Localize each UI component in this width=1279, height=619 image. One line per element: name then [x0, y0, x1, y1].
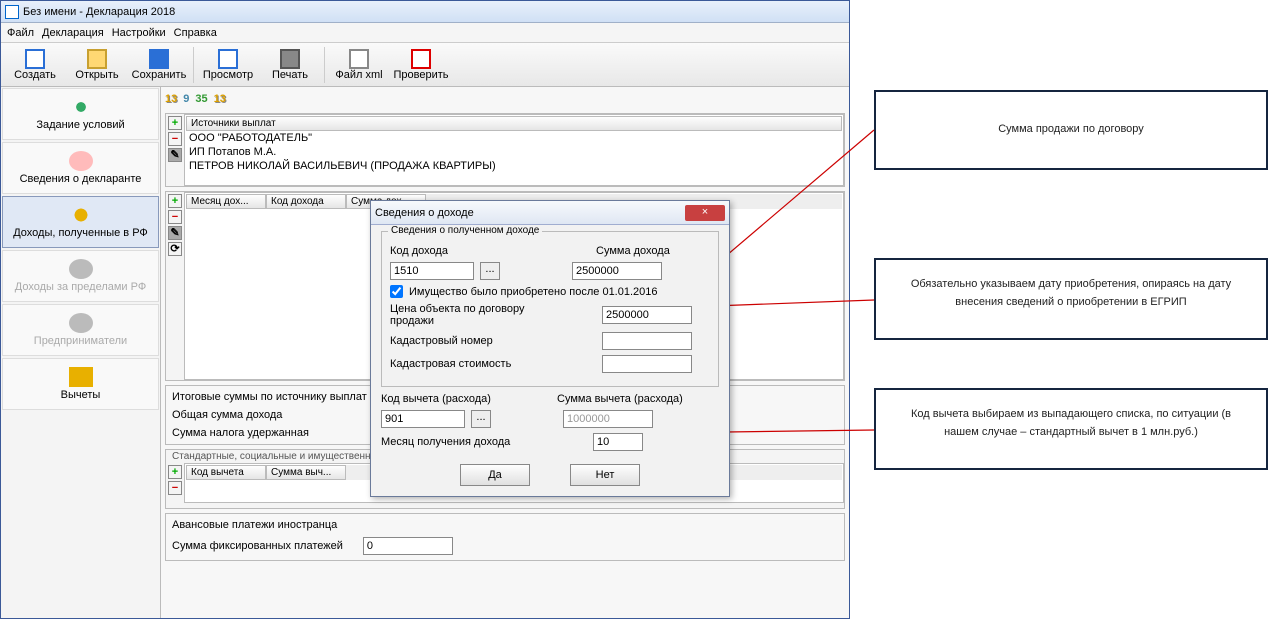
window-title: Без имени - Декларация 2018	[23, 6, 175, 18]
cadastral-val-label: Кадастровая стоимость	[390, 358, 560, 370]
month-label: Месяц получения дохода	[381, 436, 551, 448]
preview-icon	[218, 49, 238, 69]
remove-source-button[interactable]: −	[168, 132, 182, 146]
ok-button[interactable]: Да	[460, 464, 530, 486]
callout-sum: Сумма продажи по договору	[874, 90, 1268, 170]
checkbox-label: Имущество было приобретено после 01.01.2…	[409, 286, 658, 298]
folder-icon	[87, 49, 107, 69]
coins-icon	[69, 205, 93, 225]
after-2016-checkbox[interactable]	[390, 285, 403, 298]
ded-code-label: Код вычета (расхода)	[381, 393, 551, 405]
source-row[interactable]: ПЕТРОВ НИКОЛАЙ ВАСИЛЬЕВИЧ (ПРОДАЖА КВАРТ…	[186, 159, 842, 173]
separator	[193, 47, 194, 83]
add-source-button[interactable]: +	[168, 116, 182, 130]
app-icon	[5, 5, 19, 19]
sidebar-item-income-rf[interactable]: Доходы, полученные в РФ	[2, 196, 159, 248]
sources-list[interactable]: Источники выплат ООО "РАБОТОДАТЕЛЬ" ИП П…	[184, 114, 844, 186]
income-dialog: Сведения о доходе × Сведения о полученно…	[370, 200, 730, 497]
lookup-code-button[interactable]: ...	[480, 262, 500, 280]
save-icon	[149, 49, 169, 69]
sources-header: Источники выплат	[186, 116, 842, 131]
lookup-deduction-button[interactable]: ...	[471, 410, 491, 428]
deduction-sum-input[interactable]	[563, 410, 653, 428]
price-label: Цена объекта по договору продажи	[390, 303, 560, 327]
add-income-button[interactable]: +	[168, 194, 182, 208]
preview-button[interactable]: Просмотр	[200, 45, 256, 85]
xml-button[interactable]: Файл xml	[331, 45, 387, 85]
menu-file[interactable]: Файл	[7, 27, 34, 39]
advance-header: Авансовые платежи иностранца	[172, 516, 838, 534]
col-code: Код дохода	[266, 194, 346, 209]
print-button[interactable]: Печать	[262, 45, 318, 85]
new-file-icon	[25, 49, 45, 69]
cadastral-num-label: Кадастровый номер	[390, 335, 560, 347]
sidebar-item-conditions[interactable]: Задание условий	[2, 88, 159, 140]
briefcase-icon	[69, 313, 93, 333]
person-icon	[69, 151, 93, 171]
remove-income-button[interactable]: −	[168, 210, 182, 224]
dialog-title-bar: Сведения о доходе ×	[371, 201, 729, 225]
menu-bar: Файл Декларация Настройки Справка	[1, 23, 849, 43]
add-deduction-button[interactable]: +	[168, 465, 182, 479]
edit-income-button[interactable]: ✎	[168, 226, 182, 240]
price-input[interactable]	[602, 306, 692, 324]
toolbar: Создать Открыть Сохранить Просмотр Печат…	[1, 43, 849, 87]
deduction-code-input[interactable]	[381, 410, 465, 428]
check-button[interactable]: Проверить	[393, 45, 449, 85]
menu-help[interactable]: Справка	[174, 27, 217, 39]
advance-input[interactable]	[363, 537, 453, 555]
close-icon[interactable]: ×	[685, 205, 725, 221]
print-icon	[280, 49, 300, 69]
month-input[interactable]	[593, 433, 643, 451]
rate-13b[interactable]: 13	[214, 93, 226, 105]
sidebar-item-declarant[interactable]: Сведения о декларанте	[2, 142, 159, 194]
advance-label: Сумма фиксированных платежей	[172, 540, 343, 552]
advance-box: Авансовые платежи иностранца Сумма фикси…	[165, 513, 845, 561]
create-button[interactable]: Создать	[7, 45, 63, 85]
ded-sum-label: Сумма вычета (расхода)	[557, 393, 683, 405]
sidebar-item-income-abroad[interactable]: Доходы за пределами РФ	[2, 250, 159, 302]
sidebar: Задание условий Сведения о декларанте До…	[1, 87, 161, 618]
title-bar: Без имени - Декларация 2018	[1, 1, 849, 23]
menu-settings[interactable]: Настройки	[112, 27, 166, 39]
callout-date: Обязательно указываем дату приобретения,…	[874, 258, 1268, 340]
dialog-title: Сведения о доходе	[375, 207, 474, 219]
rate-9[interactable]: 9	[183, 93, 189, 105]
source-row[interactable]: ООО "РАБОТОДАТЕЛЬ"	[186, 131, 842, 145]
rate-tabs: 13 9 35 13	[161, 87, 849, 111]
save-button[interactable]: Сохранить	[131, 45, 187, 85]
group-title: Сведения о полученном доходе	[388, 225, 542, 236]
code-label: Код дохода	[390, 245, 560, 257]
rate-35[interactable]: 35	[195, 93, 207, 105]
callout-code: Код вычета выбираем из выпадающего списк…	[874, 388, 1268, 470]
calculator-icon	[69, 367, 93, 387]
source-row[interactable]: ИП Потапов М.А.	[186, 145, 842, 159]
cancel-button[interactable]: Нет	[570, 464, 640, 486]
income-group: Сведения о полученном доходе Код дохода …	[381, 231, 719, 387]
rate-13[interactable]: 13	[165, 93, 177, 105]
remove-deduction-button[interactable]: −	[168, 481, 182, 495]
check-icon	[411, 49, 431, 69]
open-button[interactable]: Открыть	[69, 45, 125, 85]
repeat-income-button[interactable]: ⟳	[168, 242, 182, 256]
col-ded-sum: Сумма выч...	[266, 465, 346, 480]
income-code-input[interactable]	[390, 262, 474, 280]
xml-icon	[349, 49, 369, 69]
col-month: Месяц дох...	[186, 194, 266, 209]
cadastral-num-input[interactable]	[602, 332, 692, 350]
income-sum-input[interactable]	[572, 262, 662, 280]
separator	[324, 47, 325, 83]
sources-panel: + − ✎ Источники выплат ООО "РАБОТОДАТЕЛЬ…	[165, 113, 845, 187]
menu-declaration[interactable]: Декларация	[42, 27, 104, 39]
sidebar-item-entrepreneurs[interactable]: Предприниматели	[2, 304, 159, 356]
col-ded-code: Код вычета	[186, 465, 266, 480]
sidebar-item-deductions[interactable]: Вычеты	[2, 358, 159, 410]
cadastral-val-input[interactable]	[602, 355, 692, 373]
edit-source-button[interactable]: ✎	[168, 148, 182, 162]
sum-label: Сумма дохода	[596, 245, 670, 257]
globe-icon	[69, 259, 93, 279]
tree-icon	[69, 97, 93, 117]
